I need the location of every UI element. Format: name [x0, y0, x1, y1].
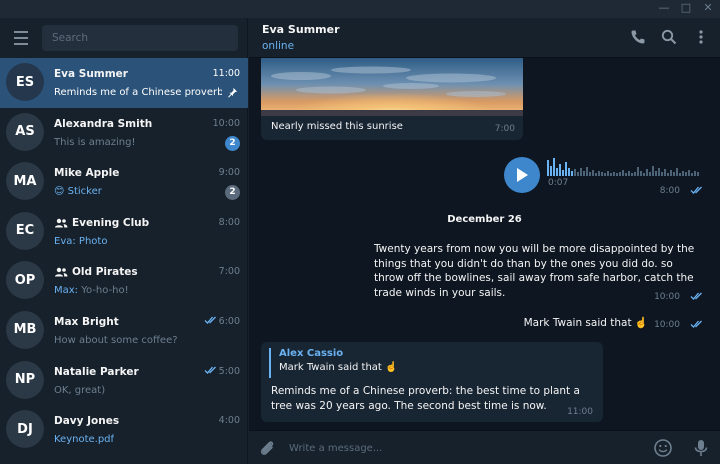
- chat-item-evening-club[interactable]: EC Evening Club 8:00 Eva: Photo: [0, 207, 248, 257]
- emoji-icon[interactable]: [653, 438, 673, 458]
- sidebar-top-bar: [0, 18, 247, 58]
- avatar: MB: [6, 310, 44, 349]
- reply-bar: [269, 348, 271, 378]
- date-separator: December 26: [447, 214, 522, 225]
- sunrise-photo[interactable]: [261, 58, 523, 116]
- chat-time: 4:00: [218, 415, 240, 427]
- voice-waveform[interactable]: [547, 156, 709, 176]
- chat-preview-text: Yo-ho-ho!: [81, 285, 129, 297]
- close-button[interactable]: ✕: [702, 1, 714, 15]
- pin-icon: [228, 87, 238, 98]
- preview-sender: Max:: [54, 285, 79, 297]
- menu-icon[interactable]: [0, 18, 42, 58]
- chat-time: 8:00: [218, 216, 240, 228]
- avatar: MA: [6, 162, 44, 201]
- chat-item-max-bright[interactable]: MB Max Bright 6:00 How about some coffee…: [0, 306, 248, 356]
- conversation-header: Eva Summer online: [249, 18, 720, 58]
- chat-time: 6:00: [218, 315, 240, 327]
- chat-time: 10:00: [212, 117, 240, 129]
- message-time: 10:00: [654, 292, 680, 302]
- chat-preview: Eva: Photo: [54, 235, 108, 247]
- message-time: 7:00: [494, 124, 515, 134]
- chat-name: Max Bright: [54, 315, 119, 328]
- chat-time: 5:00: [218, 365, 240, 377]
- message-input[interactable]: [289, 437, 639, 459]
- contact-status: online: [262, 40, 295, 52]
- chat-name: Alexandra Smith: [54, 117, 153, 130]
- window-titlebar: — □ ✕: [0, 0, 720, 18]
- maximize-button[interactable]: □: [680, 1, 692, 15]
- message-time: 11:00: [567, 407, 593, 417]
- chat-preview: 😊 Sticker: [54, 186, 102, 197]
- avatar: OP: [6, 261, 44, 300]
- double-check-icon: [690, 186, 702, 194]
- message-time: 10:00: [654, 320, 680, 330]
- chat-name: Old Pirates: [54, 266, 138, 278]
- more-vertical-icon[interactable]: [692, 28, 710, 46]
- double-check-icon: [204, 316, 216, 324]
- group-icon: [55, 268, 68, 277]
- play-icon: [517, 168, 528, 182]
- search-input[interactable]: [42, 25, 238, 51]
- chat-time: 11:00: [212, 68, 240, 79]
- unread-badge: 2: [225, 185, 240, 201]
- chat-item-mike-apple[interactable]: MA Mike Apple 9:00 😊 Sticker 2: [0, 157, 248, 207]
- chat-name: Eva Summer: [54, 68, 128, 80]
- chat-preview: OK, great): [54, 384, 106, 396]
- chat-name: Mike Apple: [54, 167, 120, 180]
- chat-preview: This is amazing!: [54, 136, 136, 148]
- conversation-pane: Eva Summer online Nearly missed this sun…: [249, 18, 720, 464]
- avatar: NP: [6, 360, 44, 399]
- voice-duration: 0:07: [548, 178, 569, 188]
- avatar: EC: [6, 211, 44, 250]
- paperclip-icon[interactable]: [257, 438, 277, 458]
- chat-preview: Reminds me of a Chinese proverb: the bes…: [54, 87, 222, 98]
- avatar: DJ: [6, 410, 44, 449]
- chat-name-text: Evening Club: [72, 216, 150, 229]
- chat-name-text: Old Pirates: [72, 266, 138, 279]
- chat-name: Natalie Parker: [54, 365, 139, 378]
- chat-preview: How about some coffee?: [54, 334, 178, 346]
- sticker-emoji: 😊: [54, 186, 65, 198]
- message-time: 8:00: [659, 186, 680, 196]
- chat-item-alexandra-smith[interactable]: AS Alexandra Smith 10:00 This is amazing…: [0, 108, 248, 158]
- chat-preview: Max: Yo-ho-ho!: [54, 285, 129, 296]
- reply-message[interactable]: Alex Cassio Mark Twain said that ☝️ Remi…: [261, 342, 603, 422]
- chat-time: 7:00: [218, 266, 240, 278]
- chat-item-eva-summer[interactable]: ES Eva Summer 11:00 Reminds me of a Chin…: [0, 58, 248, 108]
- photo-caption: Nearly missed this sunrise: [271, 121, 403, 132]
- minimize-button[interactable]: —: [658, 1, 670, 15]
- chat-item-davy-jones[interactable]: DJ Davy Jones 4:00 Keynote.pdf: [0, 405, 248, 455]
- double-check-icon: [204, 366, 216, 374]
- double-check-icon: [690, 292, 702, 300]
- chat-time: 9:00: [218, 167, 240, 179]
- chat-list: ES Eva Summer 11:00 Reminds me of a Chin…: [0, 58, 248, 455]
- group-icon: [55, 218, 68, 228]
- double-check-icon: [690, 320, 702, 328]
- photo-message[interactable]: Nearly missed this sunrise 7:00: [261, 58, 523, 140]
- contact-name[interactable]: Eva Summer: [262, 23, 340, 36]
- chat-preview: Keynote.pdf: [54, 434, 115, 446]
- message-composer: [249, 430, 720, 464]
- phone-icon[interactable]: [629, 28, 647, 46]
- avatar: ES: [6, 63, 44, 101]
- chat-item-old-pirates[interactable]: OP Old Pirates 7:00 Max: Yo-ho-ho!: [0, 256, 248, 306]
- microphone-icon[interactable]: [691, 438, 711, 458]
- search-icon[interactable]: [660, 28, 678, 46]
- avatar: AS: [6, 112, 44, 151]
- reply-author[interactable]: Alex Cassio: [279, 348, 343, 359]
- chat-item-natalie-parker[interactable]: NP Natalie Parker 5:00 OK, great): [0, 356, 248, 406]
- chat-sidebar: ES Eva Summer 11:00 Reminds me of a Chin…: [0, 18, 248, 464]
- message-text: Reminds me of a Chinese proverb: the bes…: [271, 385, 580, 412]
- play-button[interactable]: [504, 157, 540, 193]
- chat-preview-text: Sticker: [67, 186, 102, 198]
- reply-quoted-text[interactable]: Mark Twain said that ☝️: [279, 362, 397, 373]
- unread-badge: 2: [225, 135, 240, 151]
- message-text[interactable]: Mark Twain said that ☝️: [524, 316, 648, 329]
- chat-name: Evening Club: [54, 217, 149, 229]
- chat-name: Davy Jones: [54, 415, 120, 428]
